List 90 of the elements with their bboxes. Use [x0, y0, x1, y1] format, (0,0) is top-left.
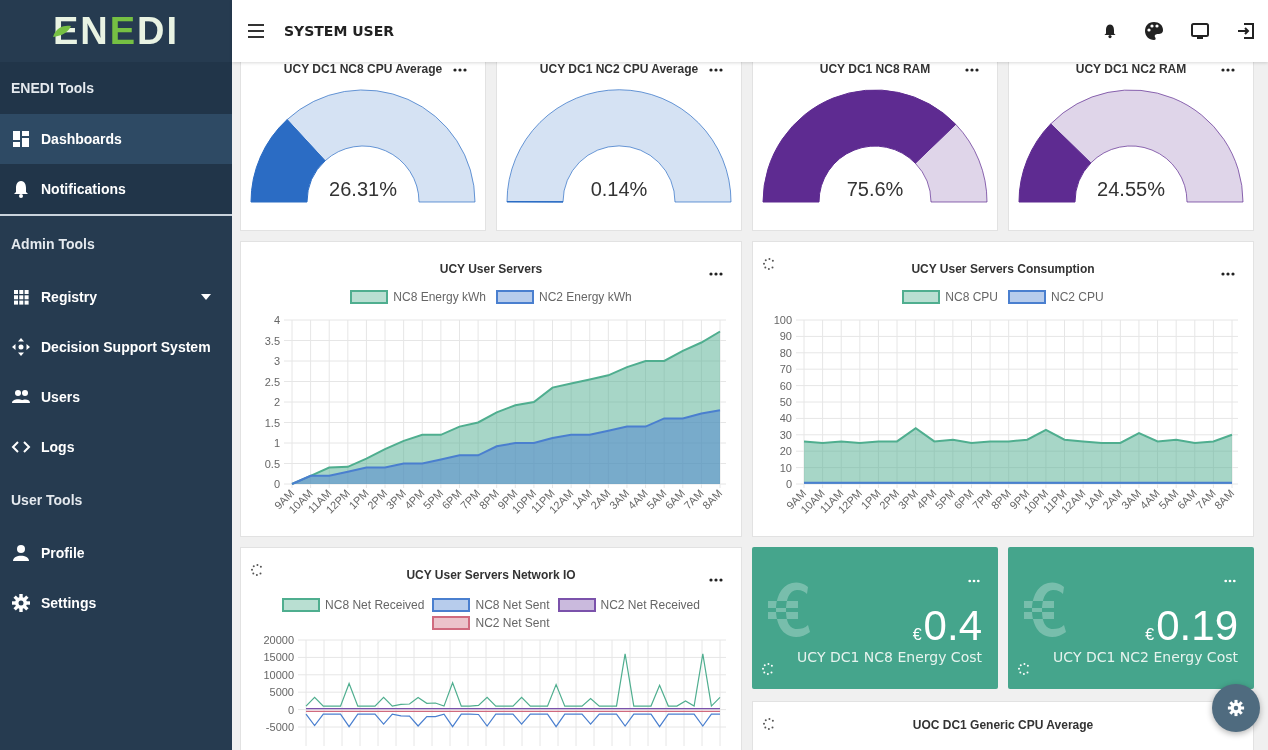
cost-value: 0.19 [1156, 603, 1238, 649]
chart-title: UOC DC1 Generic CPU Average [912, 718, 1094, 734]
nav-item[interactable]: Logs [0, 422, 232, 472]
y-tick-label: 3.5 [264, 334, 280, 347]
y-tick-label: 5000 [269, 686, 294, 699]
y-tick-label: 0 [273, 478, 280, 490]
y-tick-label: 3 [273, 355, 280, 367]
legend-swatch [350, 290, 389, 304]
nav-item[interactable]: Notifications [0, 164, 232, 214]
card-title: UCY DC1 NC8 RAM [819, 62, 931, 78]
legend-label: NC8 Net Sent [475, 598, 550, 612]
y-tick-label: 0 [785, 478, 792, 490]
cost-label: UCY DC1 NC2 Energy Cost [1053, 649, 1238, 665]
nav-item[interactable]: Dashboards [0, 114, 232, 164]
settings-button[interactable] [1212, 684, 1260, 732]
more-icon[interactable] [965, 68, 979, 72]
section-title: User Tools [10, 491, 84, 510]
y-tick-label: -5000 [265, 721, 294, 733]
gauge-value: 0.14% [590, 178, 648, 200]
more-icon[interactable] [709, 68, 723, 72]
legend-swatch [1008, 290, 1046, 304]
nav-item[interactable]: Registry [0, 272, 232, 322]
y-tick-label: 20 [779, 445, 792, 458]
dashboard-icon [11, 129, 31, 149]
legend-swatch [432, 616, 471, 630]
more-icon[interactable] [709, 272, 723, 276]
y-tick-label: 2.5 [264, 375, 280, 388]
legend-swatch [282, 598, 321, 612]
gauge-value: 26.31% [329, 178, 397, 200]
y-tick-label: 0.5 [264, 457, 280, 470]
nav-item[interactable]: Decision Support System [0, 322, 232, 372]
y-tick-label: 70 [779, 363, 792, 376]
cost-label: UCY DC1 NC8 Energy Cost [797, 649, 982, 665]
legend-swatch [432, 598, 471, 612]
more-icon[interactable] [453, 68, 467, 72]
legend-label: NC8 CPU [945, 290, 998, 304]
gauge-value: 24.55% [1097, 178, 1165, 200]
settings-icon [1227, 699, 1245, 717]
y-tick-label: 10000 [263, 668, 294, 681]
card-title: UCY DC1 NC2 RAM [1075, 62, 1187, 78]
y-tick-label: 50 [779, 396, 792, 408]
gauge-value: 75.6% [846, 178, 904, 200]
legend-label: NC2 CPU [1051, 290, 1104, 304]
chart-title: UCY User Servers Network IO [406, 568, 576, 584]
legend-label: NC2 Energy kWh [539, 290, 632, 304]
y-tick-label: 4 [273, 314, 280, 326]
page-title: SYSTEM USER [284, 23, 395, 39]
cost-value: 0.4 [923, 603, 982, 649]
legend-label: NC8 Energy kWh [393, 290, 486, 304]
section-title: ENEDI Tools [10, 79, 95, 98]
y-tick-label: 60 [779, 379, 792, 392]
y-tick-label: 100 [773, 314, 792, 326]
y-tick-label: 1.5 [264, 416, 280, 429]
y-tick-label: 10 [779, 461, 792, 474]
chart-title: UCY User Servers [439, 262, 543, 278]
nav-item[interactable]: Profile [0, 528, 232, 578]
y-tick-label: 30 [779, 428, 792, 441]
palette-icon[interactable] [1144, 21, 1164, 41]
legend-swatch [496, 290, 534, 304]
legend-swatch [557, 598, 596, 612]
grid-icon [11, 287, 31, 307]
y-tick-label: 40 [779, 412, 792, 425]
settings-icon [11, 593, 31, 613]
y-tick-label: 15000 [263, 651, 294, 664]
section-title: Admin Tools [10, 235, 96, 254]
monitor-icon[interactable] [1190, 21, 1210, 41]
nav-item[interactable]: Settings [0, 578, 232, 628]
y-tick-label: 2 [273, 396, 280, 408]
logout-icon[interactable] [1236, 21, 1256, 41]
more-icon[interactable] [1221, 68, 1235, 72]
card-title: UCY DC1 NC2 CPU Average [539, 62, 699, 78]
y-tick-label: 80 [779, 346, 792, 359]
chart-title: UCY User Servers Consumption [911, 262, 1095, 278]
nav-item[interactable]: Users [0, 372, 232, 422]
more-icon[interactable] [709, 578, 723, 582]
y-tick-label: 0 [287, 703, 294, 716]
currency-symbol: € [912, 626, 922, 644]
legend-swatch [902, 290, 941, 304]
person-icon [11, 543, 31, 563]
y-tick-label: 20000 [263, 634, 294, 646]
legend-label: NC8 Net Received [325, 598, 425, 612]
more-icon[interactable] [1221, 272, 1235, 276]
menu-icon[interactable] [248, 24, 264, 38]
y-tick-label: 90 [779, 330, 792, 343]
y-tick-label: 1 [273, 437, 280, 449]
currency-symbol: € [1145, 626, 1155, 644]
move-arrows-icon [11, 337, 31, 357]
card-title: UCY DC1 NC8 CPU Average [283, 62, 443, 78]
legend-label: NC2 Net Received [600, 598, 700, 612]
legend-label: NC2 Net Sent [475, 616, 550, 630]
